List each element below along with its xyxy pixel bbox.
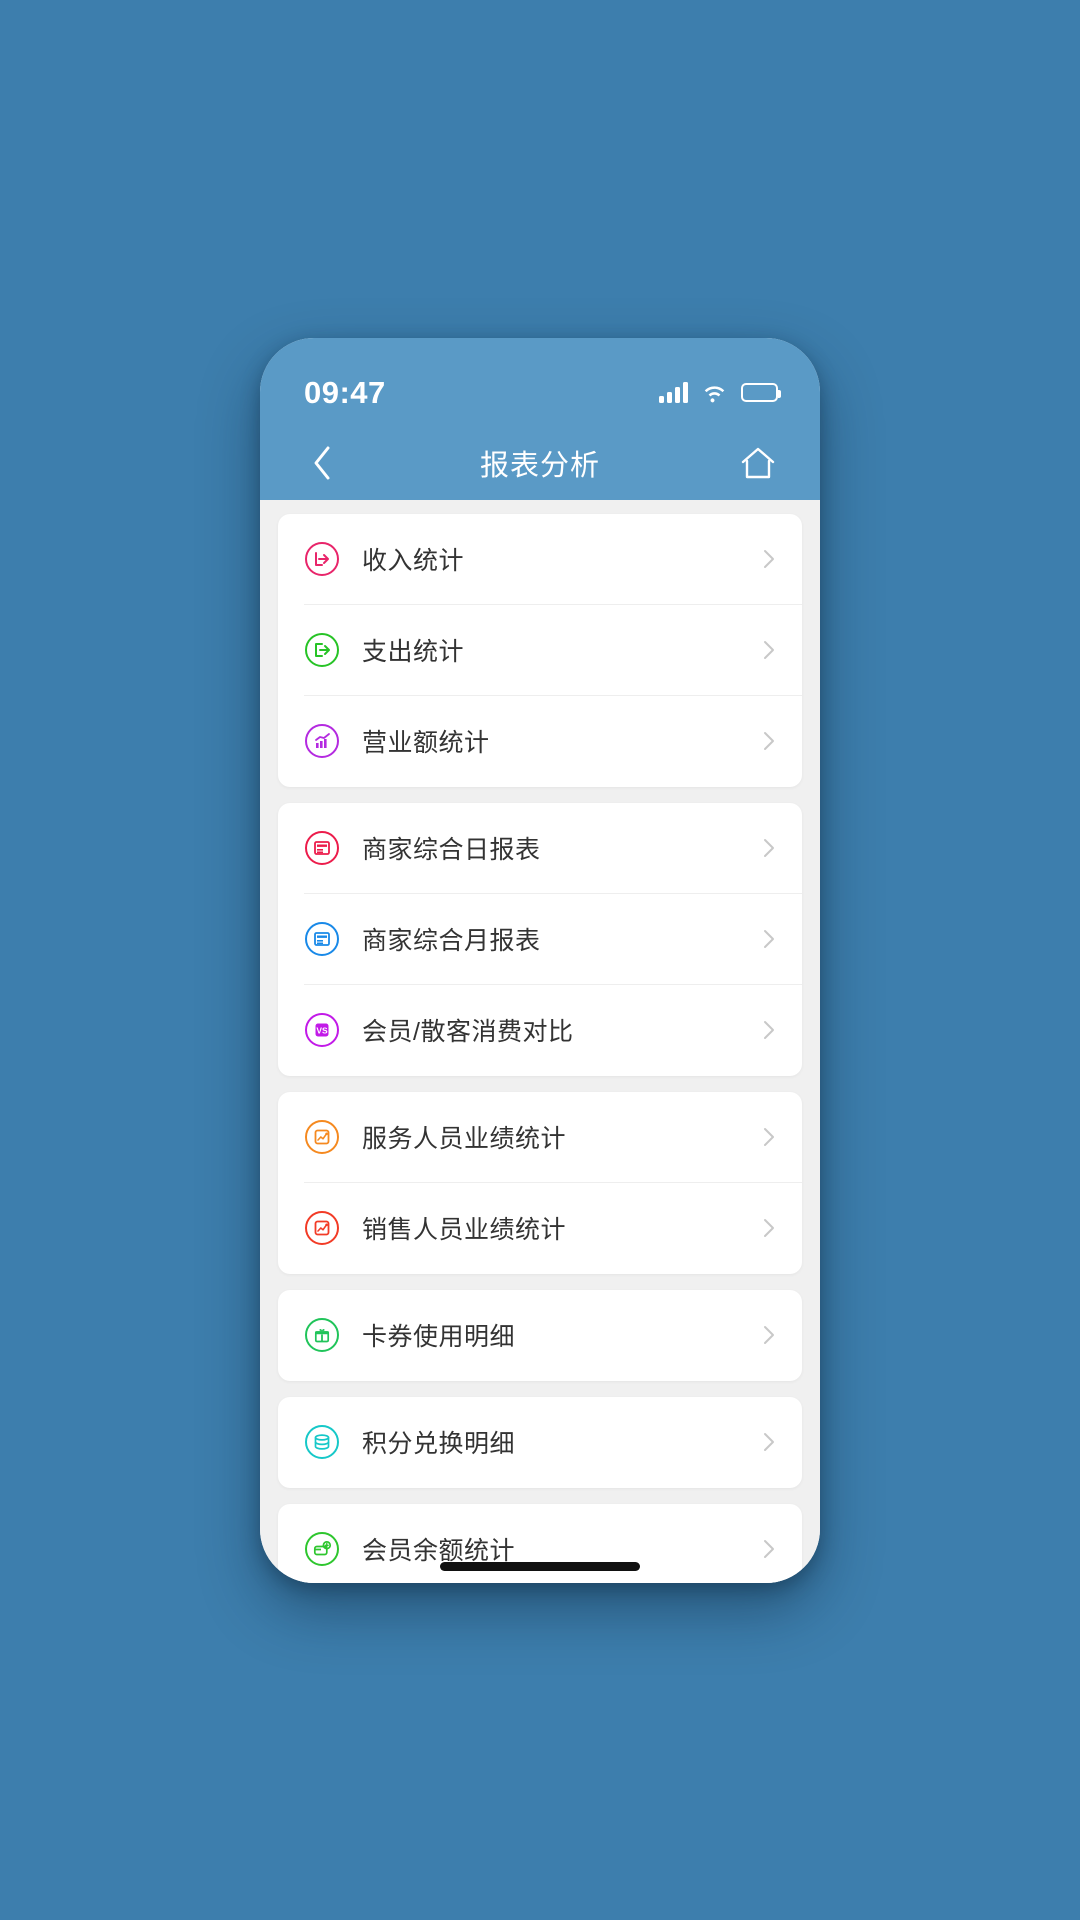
chevron-right-icon — [758, 730, 780, 752]
list-item-label: 收入统计 — [362, 547, 465, 575]
report-group: 积分兑换明细 — [278, 1396, 802, 1488]
list-item-income-statistics[interactable]: 收入统计 — [278, 514, 802, 605]
list-item-expense-statistics[interactable]: 支出统计 — [278, 605, 802, 696]
list-item-points-exchange-detail[interactable]: 积分兑换明细 — [278, 1397, 802, 1488]
report-group: 卡券使用明细 — [278, 1289, 802, 1381]
report-group: 服务人员业绩统计 销售人员业绩统计 — [278, 1091, 802, 1274]
svg-text:VS: VS — [316, 1026, 328, 1036]
status-time: 09:47 — [304, 374, 386, 410]
status-bar: 09:47 — [260, 337, 820, 426]
chevron-right-icon — [758, 1538, 780, 1560]
list-item-label: 服务人员业绩统计 — [362, 1125, 567, 1153]
list-item-daily-report[interactable]: 商家综合日报表 — [278, 803, 802, 894]
turnover-chart-icon — [304, 723, 340, 759]
report-group: 商家综合日报表 商家综合月报表 VS 会员/散客消费对比 — [278, 802, 802, 1076]
list-item-label: 会员余额统计 — [362, 1537, 516, 1565]
list-item-label: 积分兑换明细 — [362, 1430, 516, 1458]
list-item-member-balance-statistics[interactable]: 会员余额统计 — [278, 1504, 802, 1583]
list-item-label: 卡券使用明细 — [362, 1323, 516, 1351]
chevron-right-icon — [758, 1217, 780, 1239]
versus-compare-icon: VS — [304, 1012, 340, 1048]
list-item-turnover-statistics[interactable]: 营业额统计 — [278, 696, 802, 787]
chevron-right-icon — [758, 1324, 780, 1346]
sales-performance-icon — [304, 1210, 340, 1246]
list-item-coupon-usage-detail[interactable]: 卡券使用明细 — [278, 1290, 802, 1381]
status-icons — [659, 382, 781, 403]
list-item-member-guest-compare[interactable]: VS 会员/散客消费对比 — [278, 985, 802, 1076]
list-item-label: 销售人员业绩统计 — [362, 1216, 567, 1244]
list-item-label: 支出统计 — [362, 638, 465, 666]
chevron-right-icon — [758, 1019, 780, 1041]
chevron-right-icon — [758, 1431, 780, 1453]
list-item-label: 会员/散客消费对比 — [362, 1018, 574, 1046]
coupon-gift-icon — [304, 1317, 340, 1353]
points-exchange-icon — [304, 1424, 340, 1460]
list-item-label: 商家综合日报表 — [362, 836, 541, 864]
report-group: 收入统计 支出统计 营业额统计 — [278, 513, 802, 787]
list-item-monthly-report[interactable]: 商家综合月报表 — [278, 894, 802, 985]
report-group: 会员余额统计 会员余次统计 — [278, 1503, 802, 1583]
monthly-report-icon — [304, 921, 340, 957]
nav-bar: 报表分析 — [260, 425, 820, 500]
chevron-right-icon — [758, 548, 780, 570]
list-item-label: 营业额统计 — [362, 729, 490, 757]
chevron-right-icon — [758, 928, 780, 950]
expense-arrow-out-icon — [304, 632, 340, 668]
phone-screen: 09:47 报表分析 收入统计 支出统计 营业额统计 商家综合日报表 商家综合月… — [260, 337, 820, 1583]
list-item-label: 商家综合月报表 — [362, 927, 541, 955]
list-item-sales-staff-performance[interactable]: 销售人员业绩统计 — [278, 1183, 802, 1274]
back-button[interactable] — [294, 435, 350, 491]
chevron-right-icon — [758, 639, 780, 661]
wifi-icon — [701, 382, 728, 403]
chevron-right-icon — [758, 1126, 780, 1148]
member-balance-icon — [304, 1531, 340, 1567]
daily-report-icon — [304, 830, 340, 866]
home-button[interactable] — [730, 435, 786, 491]
list-item-service-staff-performance[interactable]: 服务人员业绩统计 — [278, 1092, 802, 1183]
chevron-right-icon — [758, 837, 780, 859]
battery-full-icon — [741, 383, 781, 402]
report-list-container[interactable]: 收入统计 支出统计 营业额统计 商家综合日报表 商家综合月报表 VS 会员/散客… — [260, 499, 820, 1583]
signal-bars-icon — [659, 382, 688, 403]
income-arrow-in-icon — [304, 541, 340, 577]
service-performance-icon — [304, 1119, 340, 1155]
